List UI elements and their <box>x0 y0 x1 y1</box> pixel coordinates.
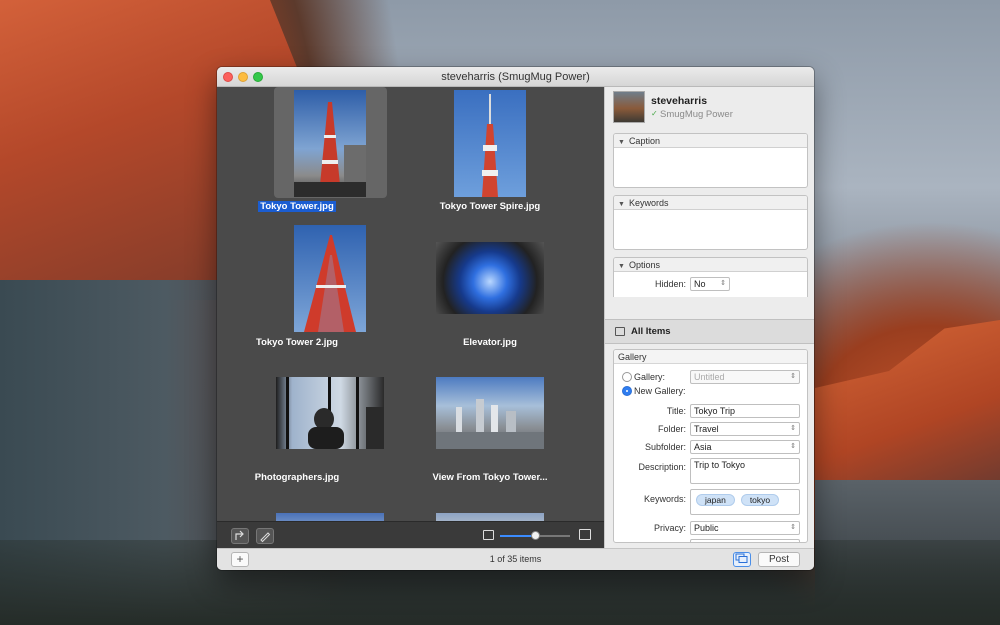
photos-icon <box>735 553 748 563</box>
hidden-label: Hidden: <box>654 279 686 289</box>
photo-thumbnail[interactable] <box>436 377 544 449</box>
photo-caption[interactable]: Photographers.jpg <box>217 472 377 483</box>
select-chevron-icon: ⇕ <box>720 280 726 287</box>
select-chevron-icon: ⇕ <box>790 373 796 380</box>
description-label: Description: <box>638 462 686 472</box>
keywords-token-field[interactable]: japan tokyo <box>690 489 800 515</box>
inspector-sidebar: steveharris ✓ SmugMug Power ▼ Caption ▼ Ke… <box>604 87 814 548</box>
photo-thumbnail[interactable] <box>454 90 526 197</box>
close-window-button[interactable] <box>223 72 233 82</box>
privacy-select[interactable]: Public ⇕ <box>690 521 800 535</box>
folder-label: Folder: <box>657 424 686 434</box>
account-type: SmugMug Power <box>660 109 733 120</box>
photo-caption[interactable]: Tokyo Tower Spire.jpg <box>410 201 570 212</box>
options-panel-header[interactable]: ▼ Options <box>614 258 807 272</box>
status-bar: + 1 of 35 items Post <box>217 548 814 570</box>
avatar <box>613 91 645 123</box>
select-chevron-icon: ⇕ <box>790 524 796 531</box>
keywords-panel: ▼ Keywords <box>613 195 808 250</box>
photographers-image <box>286 377 384 449</box>
window-title: steveharris (SmugMug Power) <box>441 71 590 83</box>
subfolder-label: Subfolder: <box>644 442 686 452</box>
pencil-icon <box>260 532 271 543</box>
caption-panel-header[interactable]: ▼ Caption <box>614 134 807 148</box>
photo-item[interactable]: Tokyo Tower 2.jpg <box>217 222 377 348</box>
photo-caption[interactable]: Tokyo Tower 2.jpg <box>217 337 377 348</box>
keyword-token[interactable]: tokyo <box>740 494 780 506</box>
description-field[interactable]: Trip to Tokyo <box>690 458 800 484</box>
browser-toolbar <box>217 521 604 548</box>
photo-item[interactable]: Tokyo Tower Spire.jpg <box>410 87 570 212</box>
new-gallery-radio-label[interactable]: New Gallery: <box>634 386 686 396</box>
rotate-icon <box>235 530 244 540</box>
hidden-select[interactable]: No ⇕ <box>690 277 730 291</box>
privacy-label: Privacy: <box>653 523 686 533</box>
keywords-label: Keywords: <box>643 494 686 504</box>
wallpaper-right-cliff <box>815 320 1000 490</box>
small-thumbnail-icon[interactable] <box>483 530 494 540</box>
photo-caption[interactable]: Tokyo Tower.jpg <box>217 201 377 212</box>
photo-thumbnail[interactable] <box>276 377 384 449</box>
photo-thumbnail[interactable] <box>436 242 544 314</box>
photo-item[interactable]: View From Tokyo Tower... <box>410 357 570 483</box>
account-name: steveharris <box>651 95 708 107</box>
select-chevron-icon: ⇕ <box>790 425 796 432</box>
gallery-radio-label[interactable]: Gallery: <box>634 372 665 382</box>
select-chevron-icon: ⇕ <box>790 443 796 450</box>
minimize-window-button[interactable] <box>238 72 248 82</box>
photo-item[interactable]: Elevator.jpg <box>410 222 570 348</box>
disclosure-triangle-icon[interactable]: ▼ <box>618 260 625 274</box>
caption-input[interactable] <box>614 148 807 187</box>
keywords-panel-header[interactable]: ▼ Keywords <box>614 196 807 210</box>
tower-2-image <box>304 235 356 332</box>
thumbnail-size-slider[interactable] <box>500 531 570 540</box>
photos-icon <box>615 327 625 336</box>
title-bar[interactable]: steveharris (SmugMug Power) <box>217 67 814 87</box>
slider-knob[interactable] <box>530 531 540 540</box>
photo-thumbnail[interactable] <box>294 225 366 332</box>
slider-fill <box>500 535 535 537</box>
rotate-button[interactable] <box>231 528 249 544</box>
tower-spire-image <box>482 94 498 197</box>
folder-select[interactable]: Travel ⇕ <box>690 422 800 436</box>
gallery-select[interactable]: Untitled ⇕ <box>690 370 800 384</box>
edit-button[interactable] <box>256 528 274 544</box>
options-panel: ▼ Options Hidden: No ⇕ <box>613 257 808 297</box>
disclosure-triangle-icon[interactable]: ▼ <box>618 136 625 150</box>
zoom-window-button[interactable] <box>253 72 263 82</box>
disclosure-triangle-icon[interactable]: ▼ <box>618 198 625 212</box>
account-header: steveharris ✓ SmugMug Power <box>605 87 814 132</box>
photo-item[interactable]: Photographers.jpg <box>217 357 384 483</box>
keyword-token[interactable]: japan <box>696 494 735 506</box>
check-icon: ✓ <box>651 109 658 118</box>
item-count: 1 of 35 items <box>489 554 542 564</box>
photo-browser[interactable]: Tokyo Tower.jpg Tokyo Tower Spire.jpg To… <box>217 87 604 541</box>
all-items-label: All Items <box>631 326 671 337</box>
extra-field[interactable] <box>690 539 800 542</box>
gallery-header: Gallery <box>614 350 807 364</box>
title-label: Title: <box>666 406 686 416</box>
large-thumbnail-icon[interactable] <box>579 529 591 540</box>
tower-image <box>294 102 366 197</box>
title-field[interactable]: Tokyo Trip <box>690 404 800 418</box>
new-gallery-radio[interactable] <box>622 386 632 396</box>
photo-item[interactable]: Tokyo Tower.jpg <box>217 87 387 212</box>
post-button[interactable]: Post <box>758 552 800 567</box>
app-window: steveharris (SmugMug Power) Tokyo Tower.… <box>217 67 814 570</box>
photo-caption[interactable]: Elevator.jpg <box>410 337 570 348</box>
photo-thumbnail[interactable] <box>294 90 366 197</box>
keywords-input[interactable] <box>614 210 807 249</box>
gallery-radio[interactable] <box>622 372 632 382</box>
caption-panel: ▼ Caption <box>613 133 808 188</box>
upload-queue-button[interactable] <box>733 552 751 567</box>
city-view-image <box>436 399 544 449</box>
subfolder-select[interactable]: Asia ⇕ <box>690 440 800 454</box>
gallery-panel: Gallery Gallery: Untitled ⇕ New Gallery: … <box>613 349 808 543</box>
photo-caption[interactable]: View From Tokyo Tower... <box>410 472 570 483</box>
all-items-bar[interactable]: All Items <box>605 319 814 344</box>
